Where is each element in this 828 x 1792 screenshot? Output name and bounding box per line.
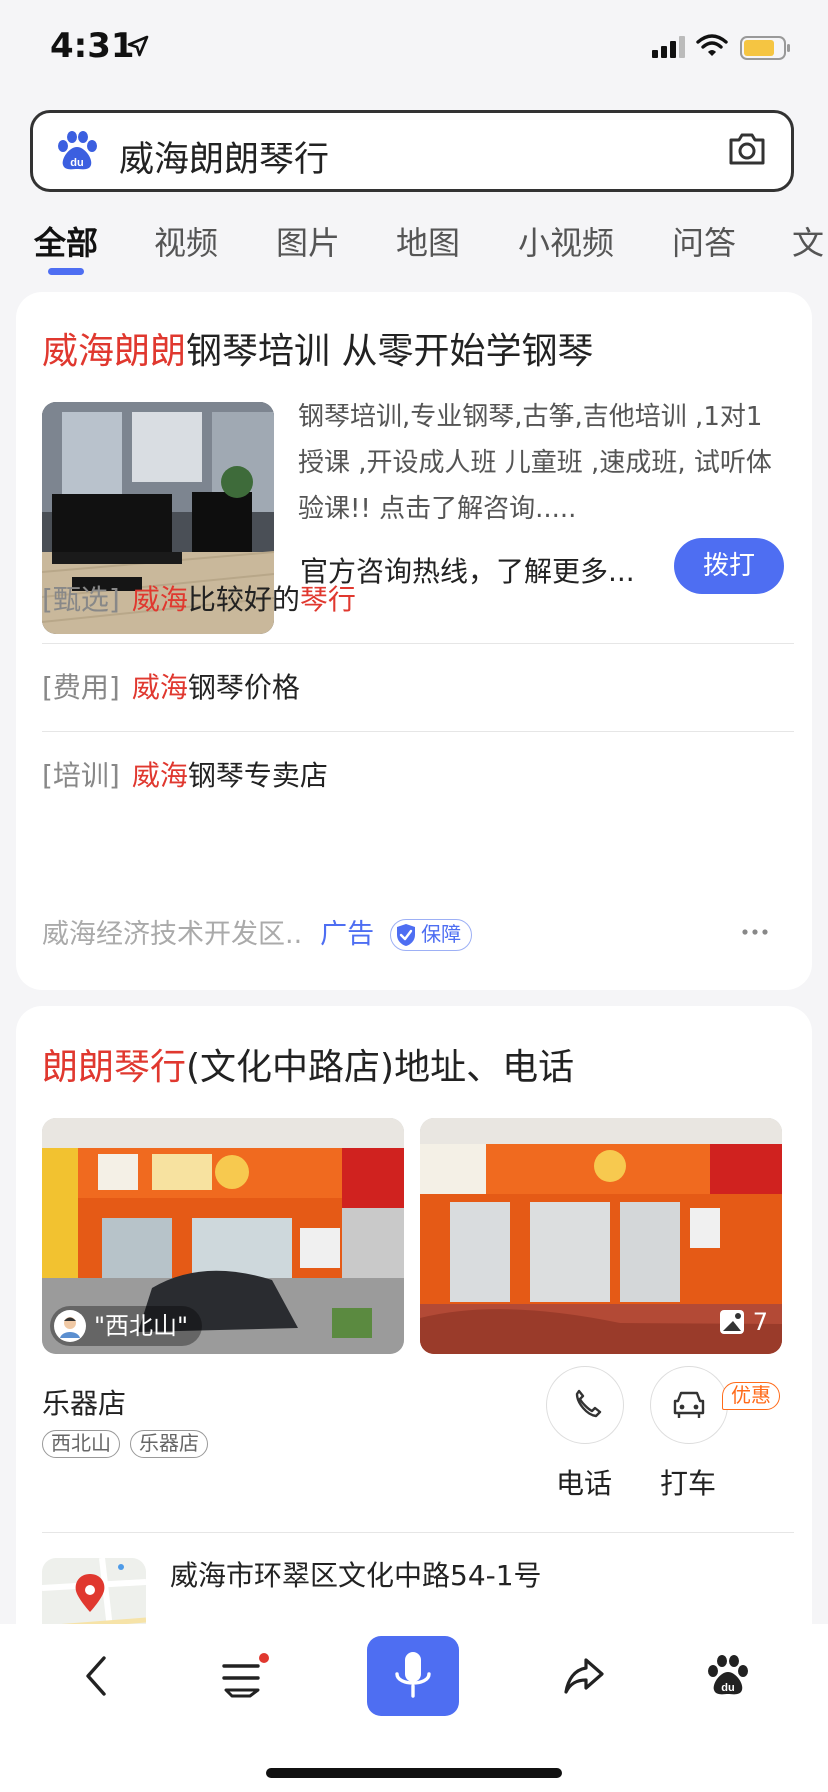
tab-all[interactable]: 全部 xyxy=(34,218,98,264)
taxi-button[interactable] xyxy=(650,1366,728,1444)
battery-icon xyxy=(740,36,790,60)
ad-source-row: 威海经济技术开发区.. 广告 保障 xyxy=(42,912,794,952)
baidu-paw-icon: du xyxy=(58,131,97,170)
phone-icon xyxy=(575,1389,602,1418)
sublink-cost[interactable]: [费用] 威海钢琴价格 xyxy=(42,644,794,732)
photo-count-tag: 7 xyxy=(719,1308,768,1336)
ad-title[interactable]: 威海朗朗钢琴培训 从零开始学钢琴 xyxy=(42,322,593,374)
guarantee-badge[interactable]: 保障 xyxy=(390,919,473,951)
search-tabs: 全部 视频 图片 地图 小视频 问答 文 xyxy=(0,210,828,280)
location-arrow-icon xyxy=(127,35,149,57)
taxi-label[interactable]: 打车 xyxy=(638,1462,738,1502)
photo-uploader-tag: "西北山" xyxy=(50,1306,203,1346)
baidu-home-icon[interactable]: du xyxy=(704,1652,752,1700)
svg-text:du: du xyxy=(721,1682,734,1694)
bottom-toolbar: du xyxy=(0,1624,828,1792)
tab-short-video[interactable]: 小视频 xyxy=(518,218,614,264)
status-bar: 4:31 xyxy=(0,0,828,100)
camera-icon[interactable] xyxy=(727,131,767,167)
tag-chip[interactable]: 乐器店 xyxy=(130,1430,208,1458)
ad-source: 威海经济技术开发区.. xyxy=(42,919,303,950)
tab-qa[interactable]: 问答 xyxy=(672,218,736,264)
place-tags: 西北山 乐器店 xyxy=(42,1430,218,1458)
place-title[interactable]: 朗朗琴行(文化中路店)地址、电话 xyxy=(42,1038,574,1090)
back-icon[interactable] xyxy=(76,1652,120,1700)
phone-label[interactable]: 电话 xyxy=(534,1462,634,1502)
place-address[interactable]: 威海市环翠区文化中路54-1号 xyxy=(170,1554,542,1594)
ad-description: 钢琴培训,专业钢琴,古筝,吉他培训 ,1对1授课 ,开设成人班 儿童班 ,速成班… xyxy=(298,402,772,524)
tag-chip[interactable]: 西北山 xyxy=(42,1430,120,1458)
feed-menu-icon[interactable] xyxy=(218,1652,270,1702)
car-icon xyxy=(673,1391,705,1418)
microphone-icon xyxy=(395,1652,431,1698)
storefront-photo-2[interactable]: 7 xyxy=(420,1118,782,1354)
share-icon[interactable] xyxy=(560,1652,608,1700)
tab-map[interactable]: 地图 xyxy=(396,218,460,264)
tab-video[interactable]: 视频 xyxy=(154,218,218,264)
sublink-selected[interactable]: [甄选] 威海比较好的琴行 xyxy=(42,556,794,644)
sublink-training[interactable]: [培训] 威海钢琴专卖店 xyxy=(42,732,794,820)
storefront-photo-1[interactable]: "西北山" xyxy=(42,1118,404,1354)
shield-check-icon xyxy=(397,924,416,946)
divider xyxy=(42,1532,794,1533)
home-indicator xyxy=(266,1768,562,1778)
wifi-icon xyxy=(696,34,728,56)
tab-images[interactable]: 图片 xyxy=(276,218,340,264)
phone-button[interactable] xyxy=(546,1366,624,1444)
more-options-icon[interactable] xyxy=(742,928,768,936)
voice-search-button[interactable] xyxy=(367,1636,459,1716)
cellular-signal-icon xyxy=(652,36,685,58)
search-input[interactable]: 威海朗朗琴行 xyxy=(119,131,329,182)
ad-label: 广告 xyxy=(320,919,375,950)
active-tab-indicator xyxy=(48,268,84,275)
place-result-card[interactable]: 朗朗琴行(文化中路店)地址、电话 "西北山" 7 乐器店 西北山 乐器店 电话 … xyxy=(16,1006,812,1646)
place-category: 乐器店 xyxy=(42,1387,127,1420)
search-box[interactable]: du 威海朗朗琴行 xyxy=(30,110,794,192)
ad-result-card[interactable]: 威海朗朗钢琴培训 从零开始学钢琴 钢琴培训,专业钢琴,古筝,吉他培训 ,1对1授… xyxy=(16,292,812,990)
user-avatar-icon xyxy=(54,1310,86,1342)
gallery-icon xyxy=(719,1310,744,1334)
tab-more[interactable]: 文 xyxy=(792,218,824,264)
status-time: 4:31 xyxy=(50,26,135,66)
promo-badge: 优惠 xyxy=(722,1382,780,1410)
svg-text:du: du xyxy=(70,157,83,169)
